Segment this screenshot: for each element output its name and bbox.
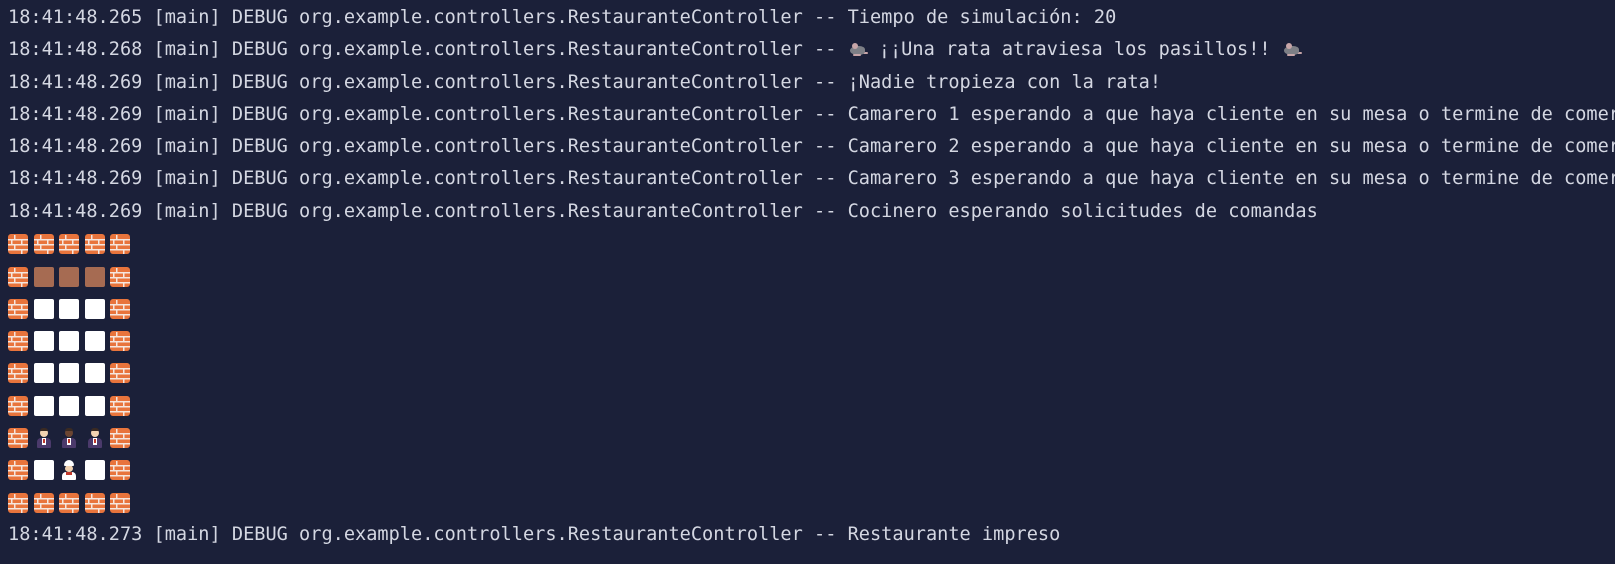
log-lines-top: 18:41:48.265 [main] DEBUG org.example.co… xyxy=(8,2,1615,228)
brown-square-icon xyxy=(33,266,54,287)
white-square-icon xyxy=(84,331,105,352)
cook-icon xyxy=(59,460,79,481)
log-line: 18:41:48.269 [main] DEBUG org.example.co… xyxy=(8,99,1615,131)
white-square-icon xyxy=(84,363,105,384)
white-square-icon xyxy=(59,331,80,352)
brick-icon xyxy=(33,234,54,255)
brick-icon xyxy=(8,492,28,513)
log-message: Cocinero esperando solicitudes de comand… xyxy=(847,200,1318,222)
log-line: 18:41:48.265 [main] DEBUG org.example.co… xyxy=(8,2,1615,34)
log-line: 18:41:48.273 [main] DEBUG org.example.co… xyxy=(8,519,1615,551)
white-square-icon xyxy=(59,363,80,384)
brick-icon xyxy=(8,234,28,255)
brick-icon xyxy=(8,298,28,319)
brick-icon xyxy=(110,266,131,287)
brick-icon xyxy=(110,331,131,352)
waiter-icon xyxy=(85,428,105,448)
white-square-icon xyxy=(33,298,54,319)
grid-row xyxy=(8,422,1615,454)
white-square-icon xyxy=(59,298,80,319)
brick-icon xyxy=(84,234,105,255)
log-prefix: 18:41:48.265 [main] DEBUG org.example.co… xyxy=(8,7,848,28)
log-prefix: 18:41:48.273 [main] DEBUG org.example.co… xyxy=(8,523,848,545)
waiter-icon xyxy=(34,428,54,448)
brick-icon xyxy=(110,363,131,384)
grid-row xyxy=(8,454,1615,486)
waiter-dark-icon xyxy=(59,428,79,448)
white-square-icon xyxy=(59,395,80,416)
rat-icon xyxy=(1282,41,1302,57)
grid-row xyxy=(8,325,1615,357)
brick-icon xyxy=(8,266,28,287)
brick-icon xyxy=(110,395,131,416)
grid-row xyxy=(8,390,1615,422)
brick-icon xyxy=(110,460,131,481)
log-lines-bottom: 18:41:48.273 [main] DEBUG org.example.co… xyxy=(8,519,1615,551)
brick-icon xyxy=(8,363,28,384)
log-message: ¡Nadie tropieza con la rata! xyxy=(847,71,1162,93)
brick-icon xyxy=(110,492,131,513)
rat-icon xyxy=(848,41,868,57)
log-prefix: 18:41:48.269 [main] DEBUG org.example.co… xyxy=(8,71,848,93)
console-output[interactable]: 18:41:48.265 [main] DEBUG org.example.co… xyxy=(0,0,1615,564)
brick-icon xyxy=(59,492,80,513)
brown-square-icon xyxy=(84,266,105,287)
brick-icon xyxy=(110,298,131,319)
brick-icon xyxy=(110,428,131,448)
brick-icon xyxy=(8,428,28,448)
white-square-icon xyxy=(33,363,54,384)
brick-icon xyxy=(8,395,28,416)
white-square-icon xyxy=(84,395,105,416)
grid-row xyxy=(8,486,1615,518)
log-message: Camarero 2 esperando a que haya cliente … xyxy=(847,136,1615,158)
log-message: Camarero 3 esperando a que haya cliente … xyxy=(847,168,1615,190)
log-message: Tiempo de simulación: 20 xyxy=(847,7,1117,28)
log-line: 18:41:48.269 [main] DEBUG org.example.co… xyxy=(8,131,1615,163)
brick-icon xyxy=(8,331,28,352)
grid-row xyxy=(8,228,1615,260)
brick-icon xyxy=(110,234,131,255)
log-prefix: 18:41:48.269 [main] DEBUG org.example.co… xyxy=(8,200,848,222)
log-line: 18:41:48.269 [main] DEBUG org.example.co… xyxy=(8,163,1615,195)
white-square-icon xyxy=(84,460,105,481)
log-prefix: 18:41:48.269 [main] DEBUG org.example.co… xyxy=(8,168,848,190)
brick-icon xyxy=(84,492,105,513)
white-square-icon xyxy=(33,331,54,352)
brick-icon xyxy=(59,234,80,255)
grid-row xyxy=(8,357,1615,389)
log-prefix: 18:41:48.269 [main] DEBUG org.example.co… xyxy=(8,103,848,125)
log-message: ¡¡Una rata atraviesa los pasillos!! xyxy=(867,39,1282,61)
white-square-icon xyxy=(84,298,105,319)
log-message: Camarero 1 esperando a que haya cliente … xyxy=(847,103,1615,125)
brick-icon xyxy=(8,460,28,481)
grid-row xyxy=(8,260,1615,292)
log-prefix: 18:41:48.268 [main] DEBUG org.example.co… xyxy=(8,39,848,61)
grid-row xyxy=(8,293,1615,325)
white-square-icon xyxy=(33,460,54,481)
restaurant-grid xyxy=(8,228,1615,519)
log-line: 18:41:48.268 [main] DEBUG org.example.co… xyxy=(8,34,1615,66)
log-prefix: 18:41:48.269 [main] DEBUG org.example.co… xyxy=(8,136,848,158)
log-message: Restaurante impreso xyxy=(847,523,1061,545)
brown-square-icon xyxy=(59,266,80,287)
log-line: 18:41:48.269 [main] DEBUG org.example.co… xyxy=(8,196,1615,228)
brick-icon xyxy=(33,492,54,513)
white-square-icon xyxy=(33,395,54,416)
log-line: 18:41:48.269 [main] DEBUG org.example.co… xyxy=(8,67,1615,99)
